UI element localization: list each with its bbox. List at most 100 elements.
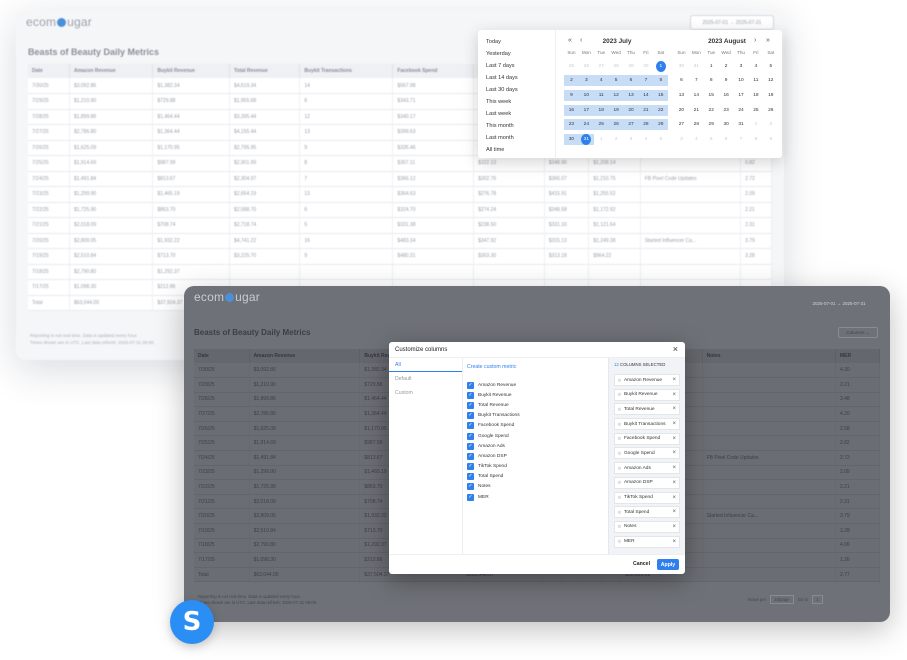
check-icon[interactable]: ✓	[467, 452, 474, 460]
preset-item[interactable]: This month	[478, 120, 555, 132]
calendar-day[interactable]: 15	[653, 89, 669, 101]
drag-handle-icon[interactable]: ⠿	[618, 510, 621, 515]
drag-handle-icon[interactable]: ⠿	[618, 378, 621, 383]
preset-item[interactable]: Last 14 days	[478, 72, 555, 84]
calendar-day[interactable]: 1	[594, 134, 609, 145]
drag-handle-icon[interactable]: ⠿	[618, 480, 621, 485]
check-icon[interactable]: ✓	[467, 422, 474, 430]
calendar-day[interactable]: 22	[704, 105, 719, 116]
calendar-day[interactable]: 3	[578, 75, 594, 87]
calendar-day[interactable]: 22	[653, 104, 669, 116]
calendar-day[interactable]: 29	[653, 119, 669, 131]
metric-checkbox-row[interactable]: ✓ Buykit Transactions	[467, 411, 607, 421]
metric-checkbox-row[interactable]: ✓ Facebook Spend	[467, 421, 607, 431]
column-header[interactable]: Notes	[702, 349, 836, 363]
calendar-day[interactable]: 16	[719, 90, 734, 101]
preset-item[interactable]: Last week	[478, 108, 555, 120]
calendar-day[interactable]: 18	[593, 104, 609, 116]
calendar-day[interactable]: 23	[564, 119, 579, 131]
calendar-day[interactable]: 25	[564, 61, 579, 72]
check-icon[interactable]: ✓	[467, 473, 474, 481]
check-icon[interactable]: ✓	[467, 391, 474, 399]
calendar-day[interactable]: 2	[564, 75, 579, 87]
calendar-day[interactable]: 30	[719, 119, 734, 130]
calendar-day[interactable]: 5	[653, 134, 668, 145]
column-header[interactable]: Facebook Spend	[392, 64, 475, 78]
tab-default[interactable]: Default	[389, 372, 462, 386]
selected-column-item[interactable]: ⠿ Notes ×	[614, 520, 680, 533]
preset-item[interactable]: Last 30 days	[478, 84, 555, 96]
metric-checkbox-row[interactable]: ✓ Buykit Revenue	[467, 390, 607, 400]
calendar-day[interactable]: 27	[594, 61, 609, 72]
remove-icon[interactable]: ×	[672, 539, 676, 545]
calendar-day[interactable]: 27	[623, 119, 639, 131]
drag-handle-icon[interactable]: ⠿	[618, 451, 621, 456]
calendar-day[interactable]: 30	[638, 61, 653, 72]
drag-handle-icon[interactable]: ⠿	[618, 539, 621, 544]
remove-icon[interactable]: ×	[672, 524, 676, 530]
column-header[interactable]: Total Revenue	[229, 64, 301, 78]
drag-handle-icon[interactable]: ⠿	[618, 524, 621, 529]
close-icon[interactable]: ×	[673, 345, 678, 354]
selected-column-item[interactable]: ⠿ Google Spend ×	[614, 447, 680, 460]
remove-icon[interactable]: ×	[672, 465, 676, 471]
calendar-day[interactable]: 26	[763, 105, 778, 116]
calendar-day[interactable]: 17	[734, 90, 749, 101]
calendar-day[interactable]: 31	[689, 61, 704, 72]
preset-item[interactable]: Last 7 days	[478, 60, 555, 72]
calendar-day[interactable]: 19	[763, 90, 778, 101]
selected-column-item[interactable]: ⠿ Buykit Transactions ×	[614, 418, 680, 431]
calendar-day[interactable]: 26	[608, 119, 624, 131]
check-icon[interactable]: ✓	[467, 412, 474, 420]
calendar-day[interactable]: 10	[734, 75, 749, 86]
drag-handle-icon[interactable]: ⠿	[618, 466, 621, 471]
selected-column-item[interactable]: ⠿ Amazon Revenue ×	[614, 374, 680, 386]
calendar-day[interactable]: 1	[653, 60, 668, 72]
columns-button[interactable]: Columns ⌄	[838, 327, 878, 338]
calendar-day[interactable]: 24	[578, 119, 594, 131]
calendar-day[interactable]: 18	[748, 90, 763, 101]
calendar-day[interactable]: 13	[674, 90, 689, 101]
preset-item[interactable]: Last month	[478, 132, 555, 144]
calendar-day[interactable]: 14	[689, 90, 704, 101]
calendar-day[interactable]: 2	[719, 61, 734, 72]
column-header[interactable]: Buykit Revenue	[152, 64, 230, 78]
column-header[interactable]: Buykit Transactions	[299, 64, 394, 78]
calendar-day[interactable]: 16	[564, 104, 579, 116]
preset-item[interactable]: All time	[478, 144, 555, 156]
calendar-day[interactable]: 20	[623, 104, 639, 116]
calendar-day[interactable]: 25	[593, 119, 609, 131]
calendar-day[interactable]: 9	[719, 75, 734, 86]
calendar-day[interactable]: 9	[763, 134, 778, 145]
drag-handle-icon[interactable]: ⠿	[618, 407, 621, 412]
calendar-day[interactable]: 23	[719, 105, 734, 116]
selected-column-item[interactable]: ⠿ Buykit Revenue ×	[614, 388, 680, 401]
calendar-day[interactable]: 6	[719, 134, 734, 145]
remove-icon[interactable]: ×	[672, 392, 676, 398]
calendar-day[interactable]: 11	[748, 75, 763, 86]
drag-handle-icon[interactable]: ⠿	[618, 436, 621, 441]
selected-column-item[interactable]: ⠿ Total Revenue ×	[614, 403, 680, 416]
selected-column-item[interactable]: ⠿ MER ×	[614, 535, 680, 548]
calendar-day[interactable]: 25	[748, 105, 763, 116]
calendar-day[interactable]: 13	[623, 89, 639, 101]
selected-column-item[interactable]: ⠿ Total Spend ×	[614, 506, 680, 519]
calendar-day[interactable]: 5	[704, 134, 719, 145]
calendar-day[interactable]: 11	[593, 89, 609, 101]
calendar-day[interactable]: 4	[593, 75, 609, 87]
tab-custom[interactable]: Custom	[389, 386, 462, 400]
metric-checkbox-row[interactable]: ✓ Notes	[467, 482, 607, 492]
calendar-day[interactable]: 10	[578, 89, 594, 101]
calendar-day[interactable]: 28	[689, 119, 704, 130]
column-header[interactable]: Date	[28, 64, 70, 78]
metric-checkbox-row[interactable]: ✓ Amazon Revenue	[467, 380, 607, 390]
calendar-day[interactable]: 31	[734, 119, 749, 130]
calendar-day[interactable]: 4	[748, 61, 763, 72]
calendar-day[interactable]: 7	[734, 134, 749, 145]
calendar-day[interactable]: 30	[674, 61, 689, 72]
calendar-day[interactable]: 12	[608, 89, 624, 101]
selected-column-item[interactable]: ⠿ Facebook Spend ×	[614, 432, 680, 445]
calendar-day[interactable]: 6	[623, 75, 639, 87]
metric-checkbox-row[interactable]: ✓ MER	[467, 492, 607, 502]
check-icon[interactable]: ✓	[467, 493, 474, 501]
